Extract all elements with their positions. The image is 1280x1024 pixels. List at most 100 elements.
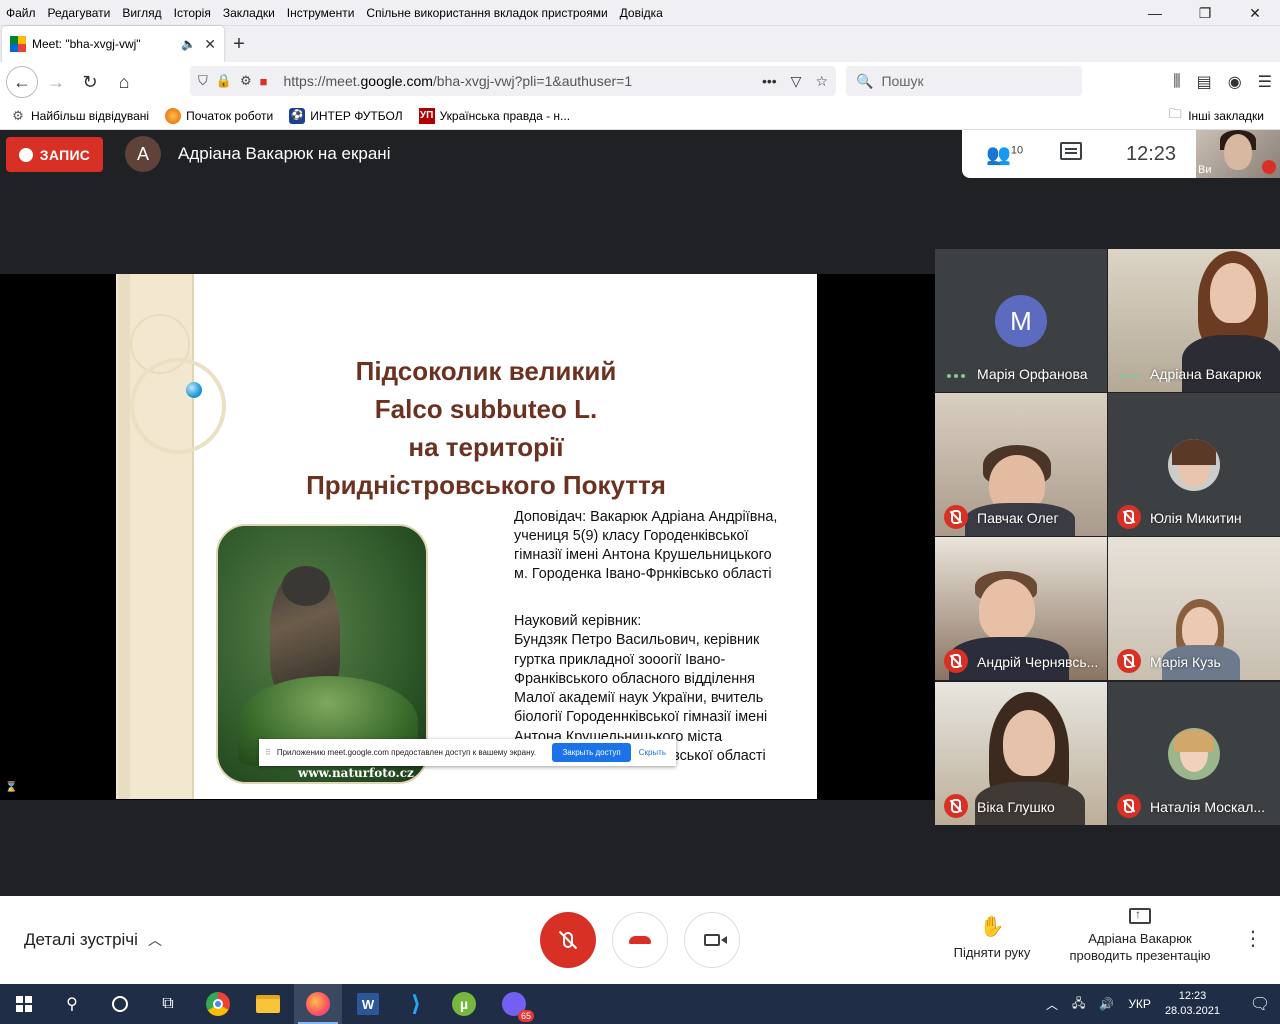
participant-tile[interactable]: М Марія Орфанова	[935, 249, 1107, 392]
search-icon[interactable]: ⚲	[48, 984, 96, 1024]
photo-watermark: www.naturfoto.cz	[298, 766, 414, 780]
more-options-icon[interactable]: ⋮	[1243, 926, 1263, 951]
menu-tools[interactable]: Інструменти	[281, 6, 361, 20]
menu-sync-tabs[interactable]: Спільне використання вкладок пристроями	[360, 6, 613, 20]
avatar	[1168, 439, 1220, 491]
mic-off-icon	[944, 794, 968, 818]
chevron-up-icon: ︿	[147, 932, 162, 948]
bookmark-pravda[interactable]: УП Українська правда - н...	[418, 107, 570, 124]
camera-icon	[704, 934, 727, 946]
search-input[interactable]: 🔍 Пошук	[846, 66, 1082, 96]
mic-off-icon	[944, 505, 968, 529]
minimize-icon[interactable]: —	[1130, 0, 1180, 26]
utorrent-icon[interactable]: µ	[440, 984, 488, 1024]
meeting-info-panel: 👥10 12:23 Ви	[962, 130, 1280, 178]
participant-tile[interactable]: Адріана Вакарюк	[1108, 249, 1280, 392]
shield-icon[interactable]: ⛉	[198, 73, 208, 89]
windows-logo-icon	[16, 996, 32, 1012]
address-bar[interactable]: ⛉ 🔒 ⚙ ■ https://meet.google.com/bha-xvgj…	[190, 66, 836, 96]
sidebar-icon[interactable]: ▤	[1197, 72, 1212, 92]
participant-name: Юлія Микитин	[1150, 510, 1242, 526]
people-button[interactable]: 👥10	[986, 142, 1023, 167]
viber-icon[interactable]: 65	[490, 984, 538, 1024]
participant-tile[interactable]: Андрій Чернявсь...	[935, 537, 1107, 680]
vscode-icon[interactable]: ⟩	[392, 984, 440, 1024]
cortana-icon[interactable]	[96, 984, 144, 1024]
system-tray: ︿ 🖧 🔊 УКР 12:23 28.03.2021 🗨	[1046, 984, 1280, 1024]
up-icon: УП	[418, 107, 435, 124]
bookmark-other[interactable]: 🗀 Інші закладки	[1167, 106, 1264, 124]
recording-button[interactable]: ЗАПИС	[6, 137, 103, 172]
chrome-icon[interactable]	[194, 984, 242, 1024]
mic-toggle-button[interactable]	[540, 912, 596, 968]
firefox-taskbar-icon[interactable]	[294, 984, 342, 1024]
back-icon[interactable]: ←	[6, 66, 38, 98]
presenting-button[interactable]: Адріана Вакарюк проводить презентацію	[1058, 906, 1222, 964]
menu-bookmarks[interactable]: Закладки	[217, 6, 281, 20]
close-tab-icon[interactable]: ✕	[204, 36, 216, 53]
participant-tile[interactable]: Наталія Москал...	[1108, 682, 1280, 825]
start-button[interactable]	[0, 984, 48, 1024]
tab-meet[interactable]: Meet: "bha-xvgj-vwj" 🔈 ✕	[2, 26, 224, 62]
library-icon[interactable]: ⫼	[1173, 73, 1180, 91]
close-window-icon[interactable]: ✕	[1230, 0, 1280, 26]
menu-edit[interactable]: Редагувати	[42, 6, 117, 20]
notifications-icon[interactable]: 🗨	[1240, 994, 1280, 1014]
speaker-icon[interactable]: 🔈	[181, 37, 196, 51]
reload-icon[interactable]: ↻	[74, 66, 106, 98]
maximize-icon[interactable]: ❐	[1180, 0, 1230, 26]
forward-icon[interactable]: →	[40, 66, 72, 98]
chat-icon[interactable]	[1060, 142, 1082, 160]
raise-hand-button[interactable]: ✋ Підняти руку	[940, 914, 1044, 960]
lock-icon[interactable]: 🔒	[216, 73, 232, 89]
file-explorer-icon[interactable]	[244, 984, 292, 1024]
self-video-thumbnail[interactable]: Ви	[1196, 130, 1280, 178]
more-actions-icon[interactable]: •••	[762, 73, 777, 90]
phone-hangup-icon	[629, 936, 651, 944]
hang-up-button[interactable]	[612, 912, 668, 968]
avatar	[1168, 728, 1220, 780]
participant-tile[interactable]: Юлія Микитин	[1108, 393, 1280, 536]
mic-off-icon	[1117, 794, 1141, 818]
menu-history[interactable]: Історія	[168, 6, 217, 20]
bookmark-inter-football[interactable]: ⚽ ИНТЕР ФУТБОЛ	[289, 107, 403, 124]
url-text: https://meet.google.com/bha-xvgj-vwj?pli…	[283, 73, 633, 89]
task-view-icon[interactable]: ⧉	[144, 984, 192, 1024]
meeting-details-button[interactable]: Деталі зустрічі ︿	[24, 930, 162, 950]
home-icon[interactable]: ⌂	[108, 66, 140, 98]
word-icon[interactable]: W	[344, 984, 392, 1024]
network-icon[interactable]: 🖧	[1072, 994, 1085, 1015]
hamburger-menu-icon[interactable]: ☰	[1258, 72, 1272, 92]
menu-file[interactable]: Файл	[0, 6, 42, 20]
camera-toggle-button[interactable]	[684, 912, 740, 968]
menu-view[interactable]: Вигляд	[116, 6, 167, 20]
participant-tile[interactable]: Віка Глушко	[935, 682, 1107, 825]
menu-help[interactable]: Довідка	[614, 6, 669, 20]
meeting-clock: 12:23	[1126, 143, 1177, 165]
tray-chevron-icon[interactable]: ︿	[1046, 996, 1058, 1013]
participant-tile[interactable]: Павчак Олег	[935, 393, 1107, 536]
camera-sharing-icon[interactable]: ■	[260, 74, 268, 89]
present-screen-icon	[1129, 906, 1151, 924]
taskbar-clock[interactable]: 12:23 28.03.2021	[1165, 989, 1220, 1019]
meet-favicon-icon	[10, 36, 26, 52]
hand-icon: ✋	[979, 916, 1005, 938]
star-icon[interactable]: ☆	[815, 73, 828, 90]
pocket-icon[interactable]: ▽	[791, 73, 802, 90]
mic-off-icon	[1117, 649, 1141, 673]
permissions-icon[interactable]: ⚙	[240, 73, 252, 89]
account-icon[interactable]: ◉	[1228, 72, 1242, 92]
share-message: Приложению meet.google.com предоставлен …	[276, 748, 536, 757]
bookmark-getting-started[interactable]: Початок роботи	[165, 107, 273, 124]
decorative-orb	[186, 382, 202, 398]
participant-tile[interactable]: Марія Кузь	[1108, 537, 1280, 680]
participant-name: Андрій Чернявсь...	[977, 654, 1099, 670]
new-tab-icon[interactable]: +	[224, 26, 254, 62]
language-indicator[interactable]: УКР	[1128, 997, 1151, 1011]
volume-icon[interactable]: 🔊	[1099, 997, 1114, 1011]
football-icon: ⚽	[289, 107, 306, 124]
stop-sharing-button[interactable]: Закрыть доступ	[552, 743, 631, 762]
drag-handle-icon[interactable]: ⠿	[265, 748, 271, 757]
hide-link[interactable]: Скрыть	[639, 748, 666, 757]
bookmark-most-visited[interactable]: ⚙ Найбільш відвідувані	[10, 108, 149, 124]
